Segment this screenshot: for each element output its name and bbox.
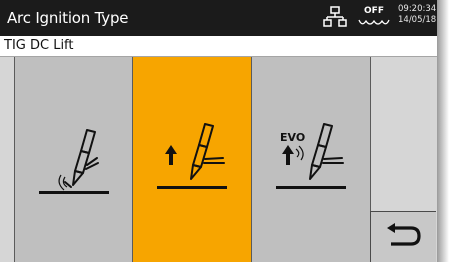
option-evo-lift[interactable]: EVO bbox=[252, 57, 371, 262]
time-text: 09:20:34 bbox=[398, 4, 437, 14]
network-icon bbox=[323, 6, 347, 32]
evo-label: EVO bbox=[280, 131, 305, 144]
scratch-start-torch-icon bbox=[39, 129, 109, 194]
water-wave-icon bbox=[358, 19, 390, 25]
evo-lift-torch-icon: EVO bbox=[276, 123, 346, 189]
option-scratch-start[interactable] bbox=[14, 57, 133, 262]
back-button[interactable] bbox=[370, 211, 436, 262]
return-arrow-icon bbox=[387, 223, 421, 246]
option-lift-arc[interactable] bbox=[133, 57, 252, 262]
date-text: 14/05/18 bbox=[398, 15, 437, 25]
mode-bar: TIG DC Lift bbox=[0, 36, 437, 57]
header-bar: Arc Ignition Type OFF 09:20:34 14/05/18 bbox=[0, 0, 437, 36]
clock: 09:20:34 14/05/18 bbox=[398, 4, 436, 26]
welding-mode-label: TIG DC Lift bbox=[4, 38, 74, 53]
lift-arc-torch-icon bbox=[157, 123, 227, 189]
screen: Arc Ignition Type OFF 09:20:34 14/05/18 … bbox=[0, 0, 437, 262]
page-title: Arc Ignition Type bbox=[7, 9, 129, 27]
cooler-status: OFF bbox=[356, 4, 392, 32]
frame-shadow bbox=[437, 0, 449, 262]
cooler-status-label: OFF bbox=[364, 6, 384, 16]
left-gutter bbox=[0, 57, 14, 262]
